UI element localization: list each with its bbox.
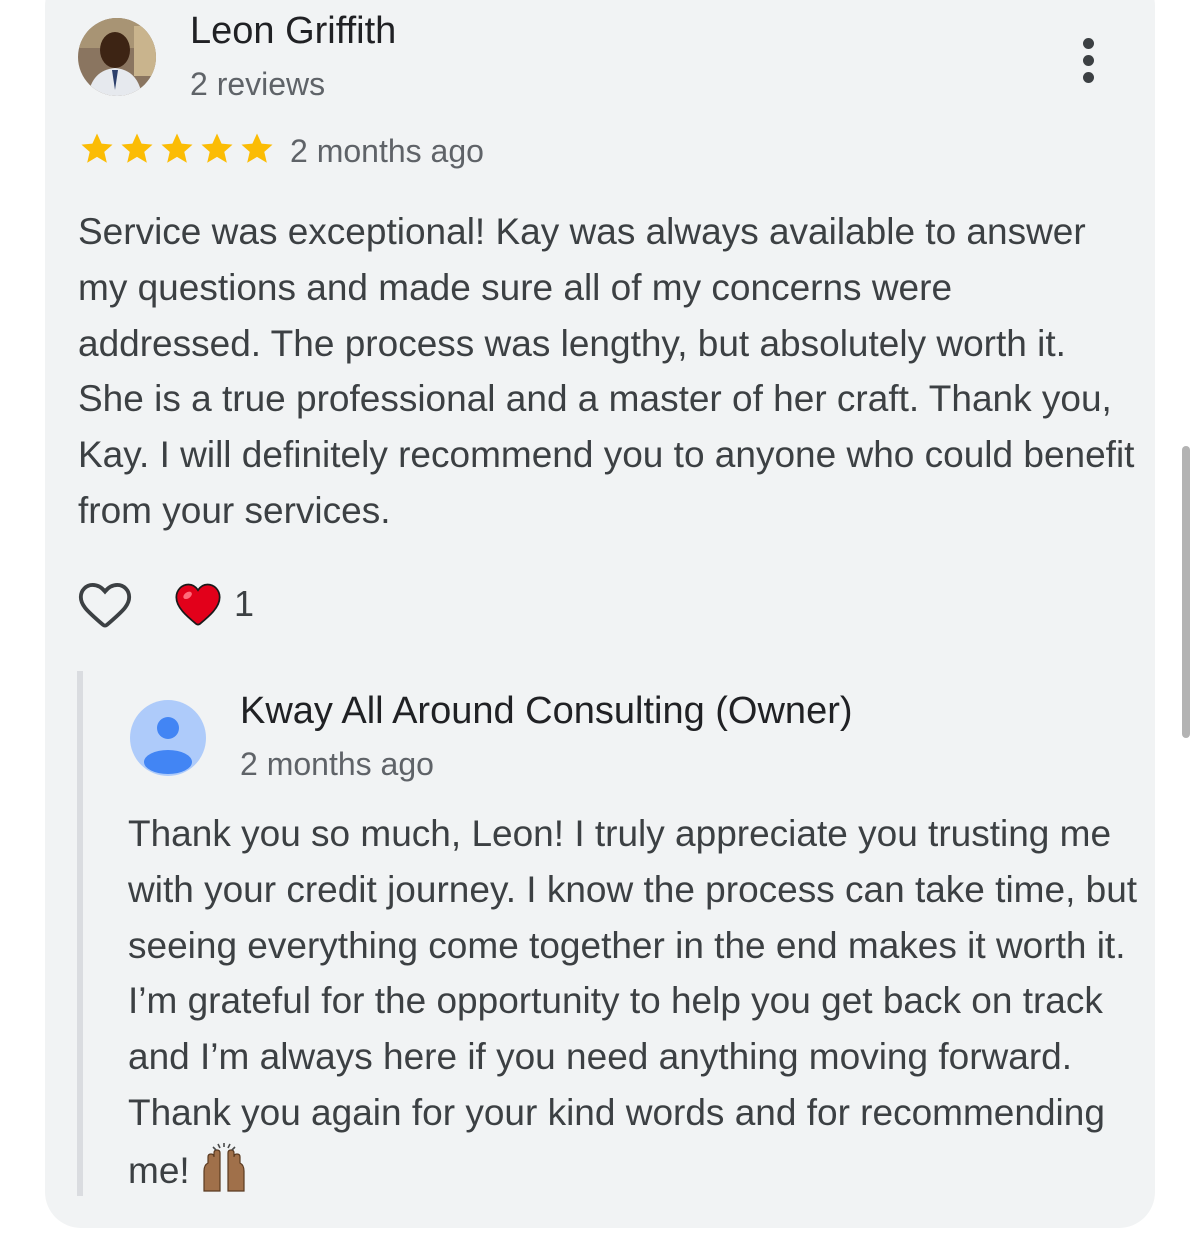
like-button[interactable] (76, 576, 134, 634)
scrollbar-thumb[interactable] (1182, 446, 1190, 738)
star-icon (121, 133, 153, 163)
owner-name: Kway All Around Consulting (Owner) (240, 690, 853, 732)
reviewer-avatar[interactable] (78, 18, 156, 96)
red-heart-emoji (175, 583, 221, 626)
reaction-count: 1 (234, 583, 255, 624)
more-options-button[interactable] (1068, 30, 1108, 90)
star-icon (81, 133, 113, 163)
owner-reply-time: 2 months ago (240, 746, 434, 782)
reaction-summary[interactable]: 1 (172, 578, 254, 630)
more-options-dot (1082, 71, 1094, 83)
owner-reply-indent-bar (77, 671, 83, 1196)
more-options-icon (1082, 37, 1094, 49)
reviewer-name[interactable]: Leon Griffith (190, 10, 396, 53)
heart-outline-icon (78, 583, 132, 628)
reviewer-photo (78, 18, 156, 96)
more-options-dot (1082, 54, 1094, 66)
reviewer-review-count: 2 reviews (190, 66, 326, 102)
star-icon (241, 133, 273, 163)
review-time: 2 months ago (290, 133, 484, 169)
star-rating (78, 130, 276, 168)
owner-reply-text: Thank you so much, Leon! I truly appreci… (128, 813, 1138, 1191)
default-profile-icon (130, 700, 206, 776)
star-icon (161, 133, 193, 163)
review-text: Service was exceptional! Kay was always … (78, 211, 1135, 531)
owner-reply-text-block: Thank you so much, Leon! I truly appreci… (128, 806, 1138, 1199)
star-icon (201, 133, 233, 163)
raising-hands-emoji (203, 1142, 245, 1192)
owner-avatar[interactable] (130, 700, 206, 776)
